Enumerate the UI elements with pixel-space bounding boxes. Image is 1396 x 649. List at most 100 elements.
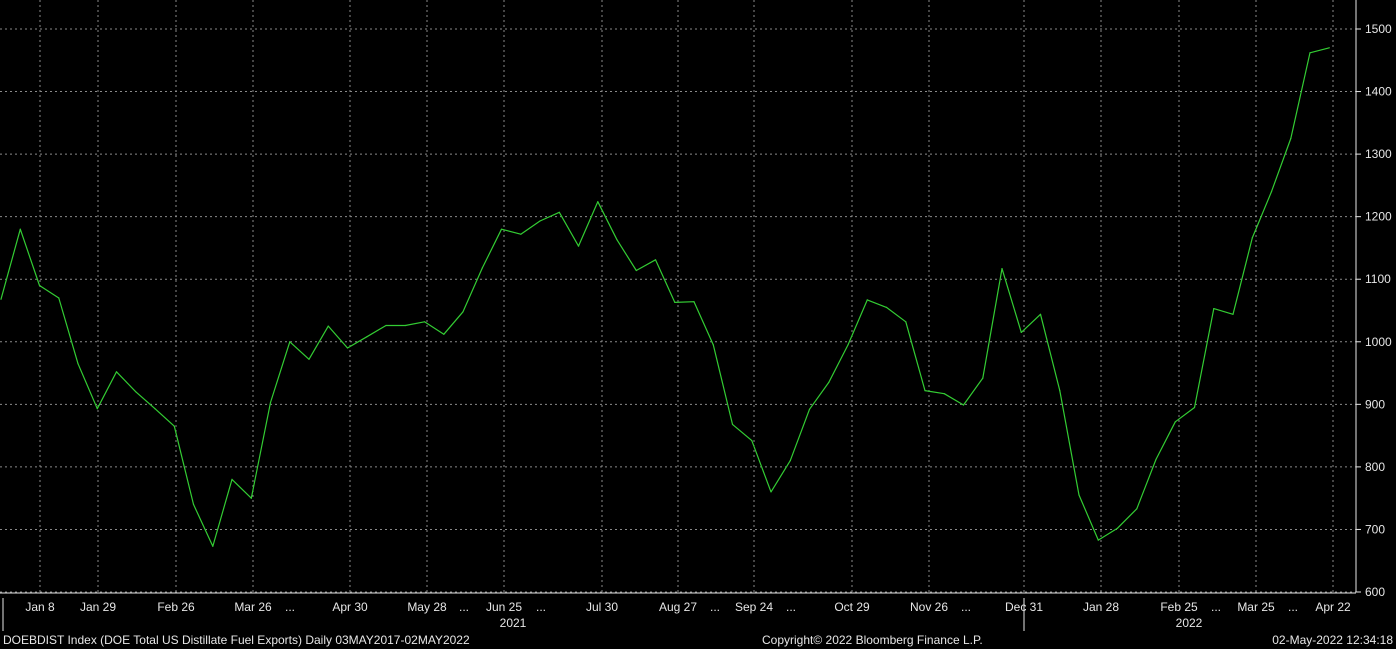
data-point <box>135 391 137 393</box>
data-point <box>731 423 734 425</box>
data-point <box>173 425 175 427</box>
data-point <box>1001 268 1003 270</box>
data-point <box>712 344 714 346</box>
x-year-label: 2021 <box>500 616 527 630</box>
data-point <box>654 259 657 261</box>
footer-timestamp: 02-May-2022 12:34:18 <box>1272 633 1393 647</box>
x-tick-label: ... <box>961 600 971 614</box>
footer-bar: DOEBDIST Index (DOE Total US Distillate … <box>0 632 1396 649</box>
data-point <box>308 358 310 360</box>
chart: 600 700 800 900 1000 1100 1200 1300 1400 1500 Jan… <box>0 0 1396 632</box>
y-tick-label: 1200 <box>1365 210 1392 224</box>
data-point <box>616 239 618 241</box>
data-point <box>250 497 252 499</box>
x-tick-label: ... <box>1211 600 1221 614</box>
x-tick-label: Jun 25 <box>486 600 522 614</box>
x-tick-label: ... <box>786 600 796 614</box>
x-tick-label: Apr 22 <box>1315 600 1351 614</box>
data-point <box>982 377 984 379</box>
x-tick-label: Oct 29 <box>834 600 870 614</box>
data-point <box>693 301 695 303</box>
data-point <box>1039 313 1042 315</box>
data-point <box>1270 191 1273 193</box>
data-point <box>866 299 868 301</box>
data-point <box>500 228 503 230</box>
data-point <box>847 344 849 346</box>
data-point <box>924 390 926 392</box>
data-point <box>1020 331 1022 333</box>
y-tick-label: 1500 <box>1365 22 1392 36</box>
data-point <box>1290 137 1292 140</box>
data-point <box>231 478 233 480</box>
data-point <box>828 381 830 383</box>
data-point <box>0 298 2 300</box>
data-point <box>943 393 945 395</box>
y-tick-label: 900 <box>1365 397 1385 411</box>
data-point <box>770 491 772 493</box>
x-tick-label: ... <box>536 600 546 614</box>
data-point <box>1251 237 1253 239</box>
x-tick-label: Feb 25 <box>1160 600 1198 614</box>
data-point <box>905 321 907 323</box>
data-point <box>1155 458 1157 460</box>
data-point <box>635 269 637 272</box>
data-point <box>674 301 676 303</box>
data-point <box>789 460 791 462</box>
footer-copyright: Copyright© 2022 Bloomberg Finance L.P. <box>762 633 983 647</box>
x-tick-label: ... <box>710 600 720 614</box>
y-tick-label: 1100 <box>1365 272 1391 286</box>
data-point <box>1097 539 1099 541</box>
data-point <box>751 440 753 442</box>
data-point <box>96 408 98 410</box>
data-point <box>38 284 41 287</box>
x-tick-label: ... <box>459 600 469 614</box>
y-tick-label: 1400 <box>1365 85 1392 99</box>
x-tick-label: Nov 26 <box>910 600 948 614</box>
y-tick-label: 1300 <box>1365 147 1392 161</box>
x-tick-label: Jan 28 <box>1083 600 1119 614</box>
y-tick-label: 600 <box>1365 585 1385 599</box>
x-tick-label: Jan 8 <box>25 600 55 614</box>
data-point <box>77 363 79 365</box>
data-point <box>539 220 541 222</box>
data-point <box>1213 308 1215 310</box>
x-tick-label: ... <box>1288 600 1298 614</box>
footer-security-description: DOEBDIST Index (DOE Total US Distillate … <box>3 633 470 647</box>
data-point <box>481 267 483 269</box>
x-tick-label: Mar 25 <box>1237 600 1275 614</box>
data-point <box>58 297 60 299</box>
data-point <box>385 324 387 327</box>
x-tick-label: Dec 31 <box>1005 600 1043 614</box>
data-point <box>1328 47 1330 49</box>
data-point <box>597 201 599 203</box>
x-tick-label: Mar 26 <box>234 600 272 614</box>
data-point <box>808 408 811 410</box>
data-point <box>289 341 291 343</box>
x-tick-label: Sep 24 <box>735 600 773 614</box>
plot-background <box>0 0 1396 632</box>
data-point <box>269 401 272 404</box>
data-point <box>423 321 426 323</box>
data-point <box>346 347 349 349</box>
y-tick-label: 1000 <box>1365 335 1392 349</box>
data-point <box>577 245 580 247</box>
data-point <box>192 503 195 505</box>
data-point <box>154 408 156 410</box>
data-point <box>404 324 406 327</box>
x-tick-label: Jan 29 <box>80 600 116 614</box>
data-point <box>1078 494 1080 496</box>
y-tick-label: 800 <box>1365 460 1385 474</box>
data-point <box>1174 421 1176 423</box>
data-point <box>327 325 329 327</box>
x-tick-label: Apr 30 <box>332 600 368 614</box>
data-point <box>443 333 445 335</box>
data-point <box>1232 313 1234 315</box>
data-point <box>19 228 21 230</box>
data-point <box>462 311 464 313</box>
y-tick-label: 700 <box>1365 522 1385 536</box>
data-point <box>1059 390 1061 392</box>
data-point <box>520 233 522 235</box>
x-year-label: 2022 <box>1176 616 1203 630</box>
data-point <box>115 371 118 373</box>
data-point <box>366 336 368 338</box>
